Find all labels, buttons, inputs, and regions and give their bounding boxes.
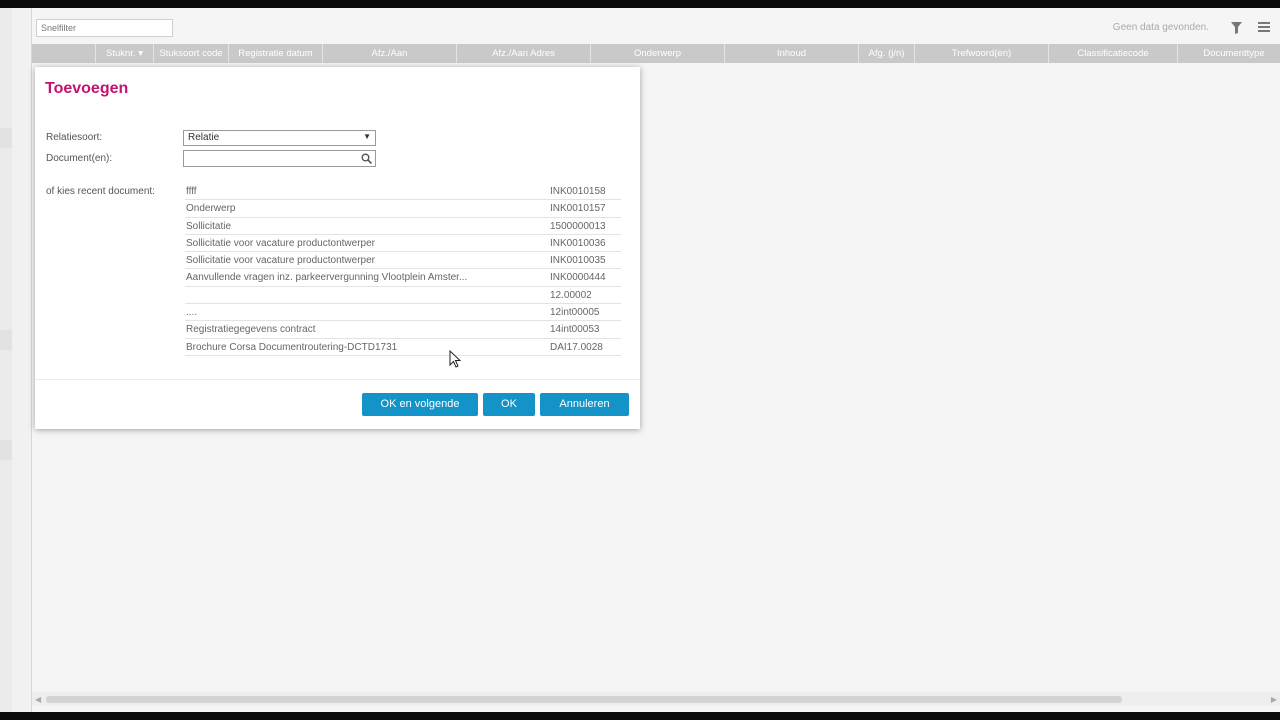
- strip-marker: [0, 128, 12, 148]
- recent-document-subject: Brochure Corsa Documentroutering-DCTD173…: [186, 341, 398, 353]
- toevoegen-dialog: Toevoegen Relatiesoort: Relatie ▼ Docume…: [35, 67, 640, 429]
- column-header-afz-aan-adres[interactable]: Afz./Aan Adres: [457, 44, 591, 63]
- recent-document-number: INK0010158: [550, 186, 606, 197]
- horizontal-scrollbar[interactable]: ◀ ▶: [32, 692, 1280, 706]
- dialog-footer-divider: [35, 379, 640, 380]
- column-header-trefwoorden[interactable]: Trefwoord(en): [915, 44, 1049, 63]
- recent-document-number: 12int00005: [550, 307, 600, 319]
- recent-document-item[interactable]: Registratiegegevens contract 14int00053: [185, 321, 621, 339]
- recent-document-number: DAI17.0028: [550, 341, 603, 353]
- recent-document-item[interactable]: Sollicitatie voor vacature productontwer…: [185, 235, 621, 253]
- recent-document-number: INK0010036: [550, 237, 606, 249]
- recent-document-item[interactable]: Brochure Corsa Documentroutering-DCTD173…: [185, 339, 621, 356]
- column-header-afz-aan[interactable]: Afz./Aan: [323, 44, 457, 63]
- column-header-stuknr[interactable]: Stuknr. ▾: [96, 44, 154, 63]
- relatiesoort-label: Relatiesoort:: [46, 132, 103, 143]
- column-header-documenttype[interactable]: Documenttype: [1178, 44, 1280, 63]
- recent-document-subject: Sollicitatie voor vacature productontwer…: [186, 237, 375, 249]
- recent-document-subject: Aanvullende vragen inz. parkeervergunnin…: [186, 272, 468, 284]
- recent-document-item[interactable]: 12.00002: [185, 287, 621, 305]
- sort-icon: ▾: [138, 48, 143, 59]
- recent-document-number: INK0010035: [550, 255, 606, 267]
- column-header-label: Stuknr.: [106, 48, 136, 59]
- recent-document-number: INK0010157: [550, 203, 606, 215]
- column-header-onderwerp[interactable]: Onderwerp: [591, 44, 725, 63]
- recent-document-subject: Sollicitatie voor vacature productontwer…: [186, 255, 375, 267]
- column-header-select[interactable]: [32, 44, 96, 63]
- strip-marker: [0, 440, 12, 460]
- search-icon[interactable]: [361, 153, 372, 164]
- column-header-stuksoort-code[interactable]: Stuksoort code: [154, 44, 229, 63]
- documenten-input[interactable]: [183, 150, 376, 167]
- recent-document-subject: Registratiegegevens contract: [186, 324, 316, 336]
- scrollbar-thumb[interactable]: [46, 696, 1122, 703]
- no-data-text: Geen data gevonden.: [1112, 22, 1209, 33]
- column-header-inhoud[interactable]: Inhoud: [725, 44, 859, 63]
- recent-document-number: 14int00053: [550, 324, 600, 336]
- mouse-cursor-icon: [449, 350, 461, 368]
- recent-document-number: INK0000444: [550, 272, 606, 284]
- scroll-right-icon[interactable]: ▶: [1271, 695, 1277, 704]
- strip-marker: [0, 330, 12, 350]
- relatiesoort-value: Relatie: [188, 132, 220, 143]
- recent-document-item[interactable]: .... 12int00005: [185, 304, 621, 322]
- filter-icon[interactable]: [1231, 22, 1242, 34]
- recent-document-item[interactable]: Sollicitatie voor vacature productontwer…: [185, 252, 621, 270]
- recent-document-number: 1500000013: [550, 220, 606, 232]
- cancel-button[interactable]: Annuleren: [540, 393, 629, 416]
- recent-document-number: 12.00002: [550, 289, 592, 301]
- snelfilter-input[interactable]: [36, 19, 173, 37]
- column-header-afg[interactable]: Afg. (j/n): [859, 44, 915, 63]
- column-header-registratie-datum[interactable]: Registratie datum: [229, 44, 323, 63]
- scroll-left-icon[interactable]: ◀: [35, 695, 41, 704]
- recent-document-subject: ....: [186, 307, 198, 319]
- column-header-classificatiecode[interactable]: Classificatiecode: [1049, 44, 1178, 63]
- left-panel: [12, 8, 32, 712]
- hamburger-menu-icon[interactable]: [1258, 22, 1270, 33]
- dialog-title: Toevoegen: [45, 80, 129, 97]
- documenten-label: Document(en):: [46, 153, 113, 164]
- left-strip: [0, 8, 12, 712]
- recent-document-item[interactable]: Sollicitatie 1500000013: [185, 218, 621, 235]
- recent-document-label: of kies recent document:: [46, 186, 155, 197]
- relatiesoort-select[interactable]: Relatie ▼: [183, 130, 376, 146]
- grid-header: Stuknr. ▾ Stuksoort code Registratie dat…: [32, 44, 1280, 63]
- recent-document-subject: Sollicitatie: [186, 220, 232, 232]
- main-toolbar: Geen data gevonden.: [32, 8, 1280, 44]
- recent-document-list: ffff INK0010158 Onderwerp INK0010157 Solli…: [185, 183, 621, 356]
- ok-and-next-button[interactable]: OK en volgende: [362, 393, 478, 416]
- recent-document-item[interactable]: Onderwerp INK0010157: [185, 200, 621, 218]
- recent-document-subject: ffff: [186, 186, 197, 197]
- dropdown-caret-icon: ▼: [363, 132, 371, 141]
- recent-document-item[interactable]: ffff INK0010158: [185, 183, 621, 201]
- recent-document-subject: Onderwerp: [186, 203, 236, 215]
- ok-button[interactable]: OK: [483, 393, 535, 416]
- recent-document-item[interactable]: Aanvullende vragen inz. parkeervergunnin…: [185, 269, 621, 287]
